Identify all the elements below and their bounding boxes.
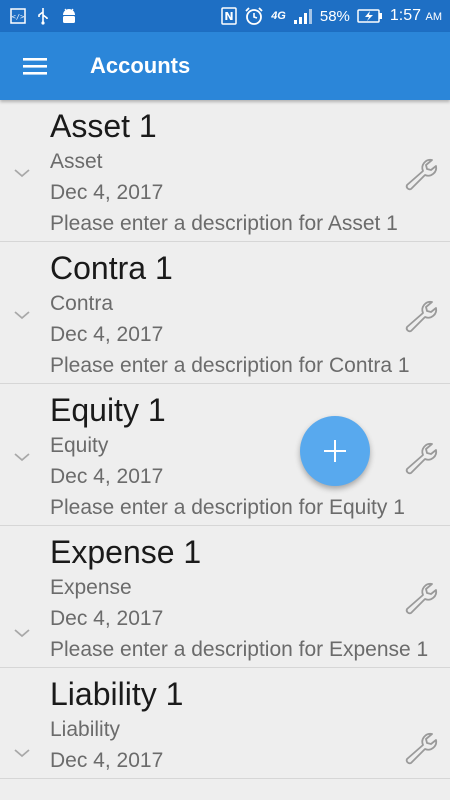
account-description: Please enter a description for Asset 1 [50, 212, 398, 235]
app-bar: Accounts [0, 32, 450, 100]
menu-button[interactable] [0, 32, 70, 100]
account-name: Contra 1 [50, 250, 173, 286]
chevron-down-icon[interactable] [12, 746, 32, 760]
add-account-button[interactable] [300, 416, 370, 486]
chevron-down-icon[interactable] [12, 308, 32, 322]
signal-icon [293, 8, 313, 24]
nfc-icon: N [221, 7, 237, 25]
hamburger-icon [23, 58, 47, 75]
account-name: Equity 1 [50, 392, 166, 428]
account-name: Asset 1 [50, 108, 157, 144]
account-description [50, 776, 442, 778]
wrench-icon[interactable] [402, 580, 440, 618]
account-row[interactable]: Liability 1 Liability Dec 4, 2017 [0, 668, 450, 779]
wrench-icon[interactable] [402, 298, 440, 336]
svg-text:N: N [225, 10, 234, 23]
page-title: Accounts [90, 53, 191, 78]
account-row[interactable]: Equity 1 Equity Dec 4, 2017 Please enter… [0, 384, 450, 526]
account-date: Dec 4, 2017 [50, 749, 164, 772]
account-row[interactable]: Contra 1 Contra Dec 4, 2017 Please enter… [0, 242, 450, 384]
account-description: Please enter a description for Expense 1 [50, 638, 429, 661]
account-name: Expense 1 [50, 534, 202, 570]
account-name: Liability 1 [50, 676, 184, 712]
battery-icon [357, 9, 383, 23]
account-type: Expense [50, 576, 132, 599]
chevron-down-icon[interactable] [12, 166, 32, 180]
account-date: Dec 4, 2017 [50, 181, 164, 204]
account-type: Asset [50, 150, 103, 173]
account-date: Dec 4, 2017 [50, 607, 164, 630]
android-icon [60, 7, 78, 25]
wrench-icon[interactable] [402, 730, 440, 768]
account-date: Dec 4, 2017 [50, 465, 164, 488]
svg-text:</>: </> [12, 13, 25, 21]
lte-icon: 4G [271, 10, 286, 22]
wrench-icon[interactable] [402, 440, 440, 478]
account-type: Liability [50, 718, 121, 741]
account-description: Please enter a description for Equity 1 [50, 496, 405, 519]
account-description: Please enter a description for Contra 1 [50, 354, 410, 377]
battery-percent: 58% [319, 7, 350, 25]
account-type: Equity [50, 434, 109, 457]
clock: 1:57 AM [389, 7, 442, 24]
developer-code-icon: </> [10, 8, 26, 24]
account-row[interactable]: Asset 1 Asset Dec 4, 2017 Please enter a… [0, 100, 450, 242]
chevron-down-icon[interactable] [12, 626, 32, 640]
account-type: Contra [50, 292, 114, 315]
usb-icon [36, 7, 50, 25]
plus-icon [324, 440, 346, 462]
alarm-icon [244, 6, 264, 26]
accounts-list: Asset 1 Asset Dec 4, 2017 Please enter a… [0, 100, 450, 800]
account-row[interactable]: Expense 1 Expense Dec 4, 2017 Please ent… [0, 526, 450, 668]
status-bar: </> N 4G 58% 1:57 AM [0, 0, 450, 32]
chevron-down-icon[interactable] [12, 450, 32, 464]
wrench-icon[interactable] [402, 156, 440, 194]
account-date: Dec 4, 2017 [50, 323, 164, 346]
